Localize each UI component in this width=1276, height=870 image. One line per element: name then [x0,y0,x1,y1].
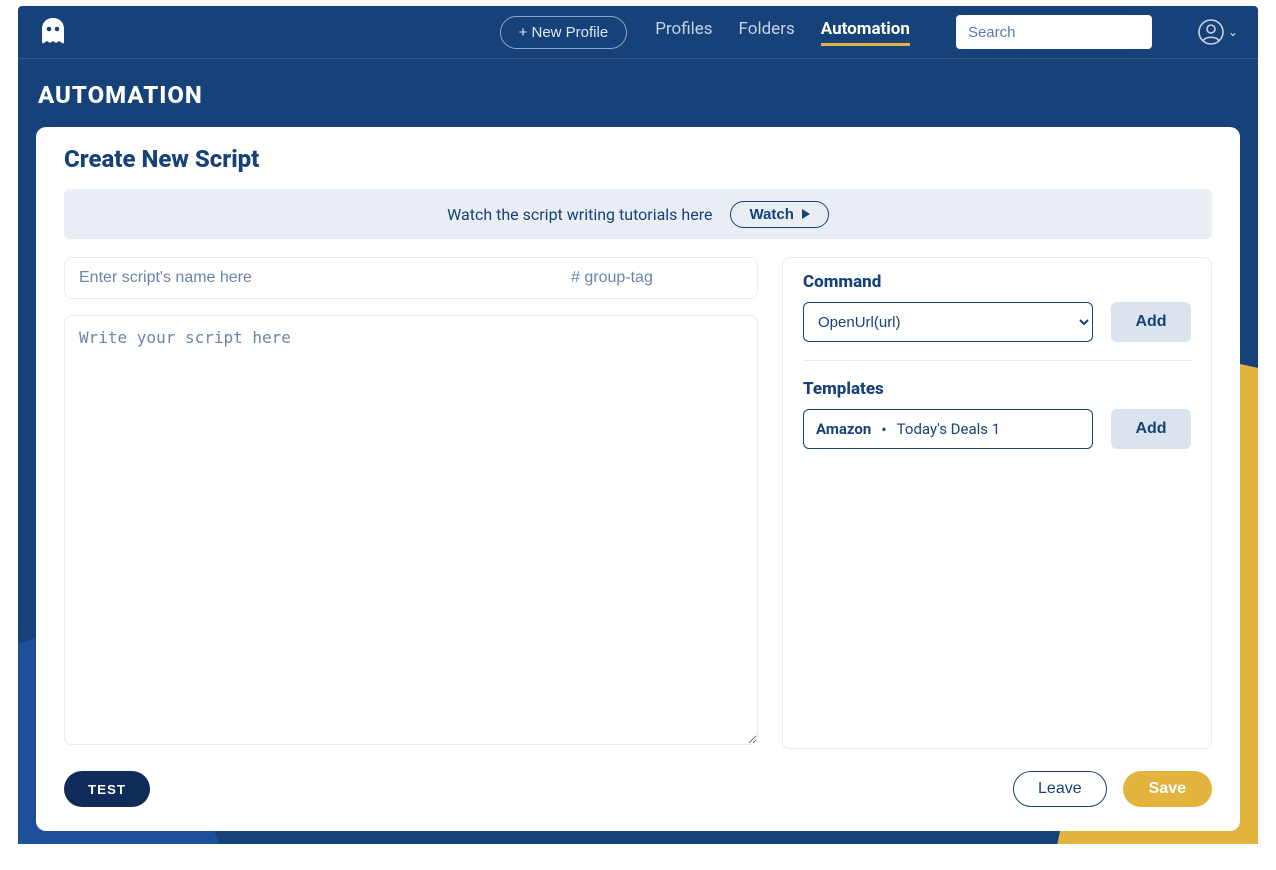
user-icon [1198,19,1224,45]
command-label: Command [803,272,1191,292]
divider [803,360,1191,361]
script-body-textarea[interactable] [64,315,758,745]
primary-nav: Profiles Folders Automation [655,19,910,46]
group-tag-input[interactable] [557,258,757,298]
template-name: Amazon [816,420,871,438]
command-select[interactable]: OpenUrl(url) [803,302,1093,342]
bullet-icon: • [881,420,886,439]
nav-folders[interactable]: Folders [739,19,795,46]
new-profile-button[interactable]: + New Profile [500,16,628,49]
watch-button-label: Watch [749,206,793,223]
tutorial-text: Watch the script writing tutorials here [447,205,712,224]
template-select[interactable]: Amazon • Today's Deals 1 [803,409,1093,449]
test-button[interactable]: TEST [64,771,150,807]
app-logo [36,15,70,49]
script-meta-row [64,257,758,299]
templates-label: Templates [803,379,1191,399]
page-title: AUTOMATION [18,59,1258,127]
nav-profiles[interactable]: Profiles [655,19,712,46]
tutorial-banner: Watch the script writing tutorials here … [64,189,1212,239]
search-input[interactable] [956,15,1152,49]
save-button[interactable]: Save [1123,771,1212,807]
card-footer: TEST Leave Save [64,771,1212,807]
script-name-input[interactable] [65,258,557,298]
user-menu[interactable]: ⌄ [1198,19,1238,45]
nav-automation[interactable]: Automation [821,19,910,46]
command-add-button[interactable]: Add [1111,302,1191,342]
chevron-down-icon: ⌄ [1228,25,1238,39]
ghost-icon [38,16,68,48]
play-icon [802,209,810,219]
watch-button[interactable]: Watch [730,201,828,228]
app-header: + New Profile Profiles Folders Automatio… [18,6,1258,59]
template-subtitle: Today's Deals 1 [897,420,1001,438]
side-panel: Command OpenUrl(url) Add Templates Amazo… [782,257,1212,749]
create-script-card: Create New Script Watch the script writi… [36,127,1240,831]
card-title: Create New Script [64,145,1212,173]
leave-button[interactable]: Leave [1013,771,1107,807]
template-add-button[interactable]: Add [1111,409,1191,449]
